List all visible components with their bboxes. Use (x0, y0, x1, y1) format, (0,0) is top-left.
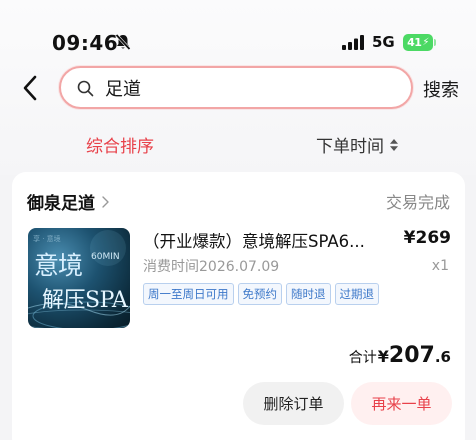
order-total: 合计 ¥ 207 .6 (349, 343, 451, 368)
product-price: ¥269 (403, 228, 451, 248)
product-quantity: x1 (431, 258, 449, 274)
charging-bolt-icon: ⚡ (422, 37, 429, 48)
tab-order-time[interactable]: 下单时间 (316, 132, 398, 157)
shop-name-link[interactable]: 御泉足道 (27, 189, 109, 214)
thumbnail-duration: 60MIN (91, 252, 120, 262)
total-decimal: .6 (434, 348, 451, 366)
battery-cap (434, 39, 436, 46)
back-arrow-icon[interactable] (20, 75, 42, 101)
status-time: 09:46 (52, 31, 119, 55)
total-currency: ¥ (377, 347, 389, 366)
thumbnail-title-1: 意境 (34, 251, 83, 280)
tag-no-reservation: 免预约 (237, 283, 282, 305)
product-tags: 周一至周日可用 免预约 随时退 过期退 (143, 283, 379, 305)
battery-indicator: 41 ⚡ (403, 34, 433, 51)
signal-strength-icon (342, 35, 364, 50)
total-integer: 207 (388, 343, 435, 368)
tag-expired-refund: 过期退 (334, 283, 379, 305)
delete-order-button[interactable]: 删除订单 (243, 382, 344, 425)
chevron-right-icon (102, 195, 109, 208)
total-label: 合计 (348, 350, 377, 366)
tag-refund-anytime: 随时退 (286, 283, 331, 305)
tab-order-time-label: 下单时间 (316, 137, 384, 157)
search-icon (77, 80, 94, 97)
thumbnail-title-2: 解压SPA (42, 288, 128, 313)
tab-comprehensive-sort[interactable]: 综合排序 (86, 132, 154, 157)
search-button[interactable]: 搜索 (423, 76, 459, 102)
product-thumbnail[interactable]: 享 · 意境 意境 60MIN 解压SPA (28, 228, 130, 328)
mute-bell-icon (115, 33, 131, 51)
sort-arrows-icon (390, 138, 398, 151)
network-type: 5G (372, 33, 395, 51)
search-box[interactable] (59, 66, 413, 109)
thumbnail-caption: 享 · 意境 (33, 235, 61, 243)
battery-level: 41 (407, 36, 422, 49)
status-bar: 09:46 5G 41 ⚡ (0, 0, 476, 62)
order-card[interactable]: 御泉足道 交易完成 享 · 意境 意境 60MIN 解压SPA （开业爆款）意境… (12, 172, 465, 440)
shop-name: 御泉足道 (27, 194, 95, 214)
order-status: 交易完成 (385, 193, 450, 212)
reorder-button[interactable]: 再来一单 (351, 382, 452, 425)
consume-time: 消费时间2026.07.09 (143, 259, 280, 275)
tag-available-days: 周一至周日可用 (143, 283, 234, 305)
search-input[interactable] (105, 75, 395, 101)
product-title[interactable]: （开业爆款）意境解压SPA6... (143, 228, 388, 252)
